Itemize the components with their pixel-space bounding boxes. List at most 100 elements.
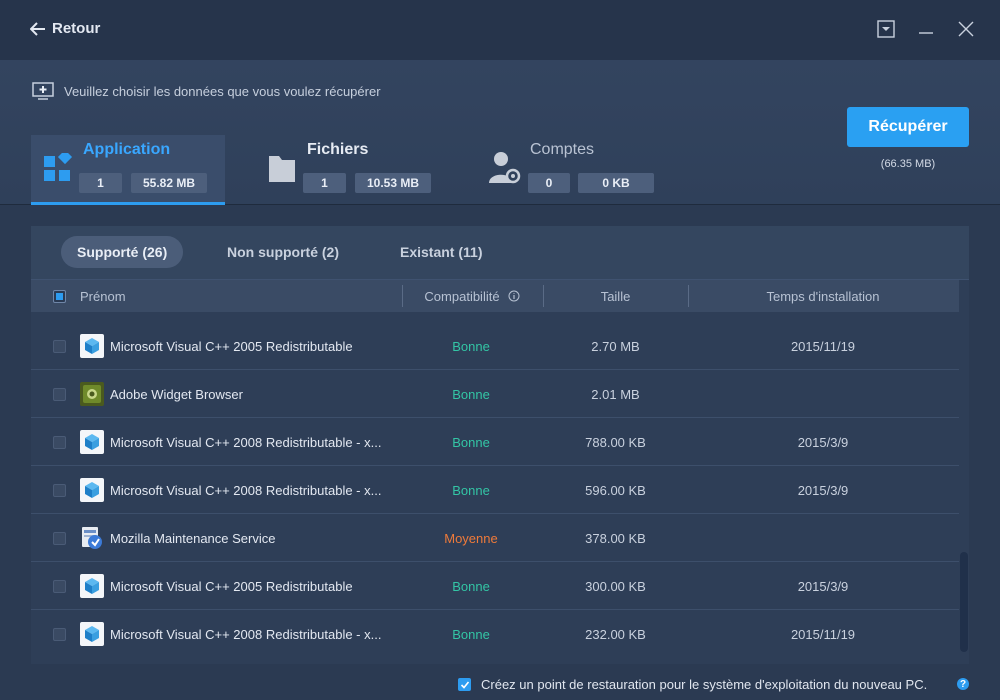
selection-header: Veuillez choisir les données que vous vo… xyxy=(0,60,1000,205)
column-install-time-label: Temps d'installation xyxy=(766,288,880,304)
table-scrollbar[interactable] xyxy=(959,312,969,664)
app-table-body: Microsoft Visual C++ 2005 Redistributabl… xyxy=(31,312,959,664)
tab-files-size: 10.53 MB xyxy=(355,173,431,193)
app-install-date: 2015/11/19 xyxy=(790,338,856,354)
app-size: 378.00 KB xyxy=(585,530,646,546)
tab-files-count: 1 xyxy=(303,173,346,193)
tab-existing[interactable]: Existant (11) xyxy=(384,236,498,268)
row-checkbox[interactable] xyxy=(53,610,66,658)
title-bar: Retour xyxy=(0,0,1000,60)
tab-accounts-label: Comptes xyxy=(530,141,595,158)
app-compatibility: Bonne xyxy=(452,626,490,642)
recover-total-size: (66.35 MB) xyxy=(880,158,936,170)
adobe-widget-icon xyxy=(80,382,104,406)
tab-accounts-size: 0 KB xyxy=(578,173,654,193)
apps-grid-icon xyxy=(44,153,73,181)
app-name: Microsoft Visual C++ 2008 Redistributabl… xyxy=(110,626,382,642)
table-row[interactable]: Microsoft Visual C++ 2008 Redistributabl… xyxy=(31,610,959,658)
table-header: Prénom Compatibilité Taille Temps d'inst… xyxy=(31,280,959,312)
app-size: 596.00 KB xyxy=(585,482,646,498)
app-size: 2.01 MB xyxy=(591,386,640,402)
app-name: Microsoft Visual C++ 2005 Redistributabl… xyxy=(110,578,353,594)
help-icon[interactable]: ? xyxy=(957,678,969,690)
row-checkbox[interactable] xyxy=(53,514,66,562)
column-name[interactable]: Prénom xyxy=(80,280,126,312)
back-label: Retour xyxy=(52,20,101,37)
cube-icon xyxy=(80,622,104,646)
app-size: 232.00 KB xyxy=(585,626,646,642)
dropdown-menu-button[interactable] xyxy=(877,20,895,43)
tab-accounts-count: 0 xyxy=(528,173,570,193)
cube-icon xyxy=(80,478,104,502)
app-compatibility: Bonne xyxy=(452,434,490,450)
filter-tabs: Supporté (26) Non supporté (2) Existant … xyxy=(31,226,969,280)
row-checkbox[interactable] xyxy=(53,466,66,514)
app-size: 2.70 MB xyxy=(591,338,640,354)
recover-button[interactable]: Récupérer xyxy=(847,107,969,147)
app-size: 300.00 KB xyxy=(585,578,646,594)
app-compatibility: Bonne xyxy=(452,338,490,354)
row-checkbox[interactable] xyxy=(53,418,66,466)
app-compatibility: Bonne xyxy=(452,578,490,594)
dropdown-box-icon xyxy=(877,20,895,38)
column-install-time[interactable]: Temps d'installation xyxy=(688,280,958,312)
app-name: Mozilla Maintenance Service xyxy=(110,530,276,546)
tab-application-label: Application xyxy=(83,141,171,158)
tab-application-count: 1 xyxy=(79,173,122,193)
scrollbar-thumb[interactable] xyxy=(960,552,968,652)
app-size: 788.00 KB xyxy=(585,434,646,450)
table-row[interactable]: Microsoft Visual C++ 2008 Redistributabl… xyxy=(31,418,959,466)
table-row[interactable]: Microsoft Visual C++ 2005 Redistributabl… xyxy=(31,562,959,610)
tab-files[interactable]: Fichiers 1 10.53 MB xyxy=(255,135,455,205)
installer-icon xyxy=(82,527,102,549)
app-name: Microsoft Visual C++ 2008 Redistributabl… xyxy=(110,434,382,450)
app-install-date: 2015/3/9 xyxy=(797,482,849,498)
back-button[interactable]: Retour xyxy=(30,20,100,37)
table-row[interactable]: Microsoft Visual C++ 2008 Redistributabl… xyxy=(31,466,959,514)
checkmark-icon xyxy=(460,680,469,689)
cube-icon xyxy=(80,574,104,598)
column-size[interactable]: Taille xyxy=(543,280,688,312)
hint-text: Veuillez choisir les données que vous vo… xyxy=(64,83,381,99)
column-size-label: Taille xyxy=(600,288,631,304)
monitor-add-icon xyxy=(32,82,54,100)
tab-application[interactable]: Application 1 55.82 MB xyxy=(31,135,225,205)
cube-icon xyxy=(80,430,104,454)
user-settings-icon xyxy=(489,152,521,184)
tab-unsupported[interactable]: Non supporté (2) xyxy=(211,236,355,268)
row-checkbox[interactable] xyxy=(53,322,66,370)
column-compatibility[interactable]: Compatibilité xyxy=(402,280,542,312)
folder-icon xyxy=(269,156,295,182)
app-name: Microsoft Visual C++ 2008 Redistributabl… xyxy=(110,482,382,498)
tab-accounts[interactable]: Comptes 0 0 KB xyxy=(480,135,680,205)
footer: Créez un point de restauration pour le s… xyxy=(0,664,1000,700)
tab-supported[interactable]: Supporté (26) xyxy=(61,236,184,268)
column-compatibility-label: Compatibilité xyxy=(424,288,500,304)
instruction-hint: Veuillez choisir les données que vous vo… xyxy=(32,82,381,100)
app-name: Microsoft Visual C++ 2005 Redistributabl… xyxy=(110,338,353,354)
app-install-date xyxy=(688,514,958,562)
app-list-panel: Supporté (26) Non supporté (2) Existant … xyxy=(31,226,969,664)
table-row[interactable]: Adobe Widget Browser Bonne 2.01 MB xyxy=(31,370,959,418)
restore-point-label: Créez un point de restauration pour le s… xyxy=(481,677,928,692)
app-name: Adobe Widget Browser xyxy=(110,386,243,402)
restore-point-checkbox[interactable] xyxy=(458,678,471,691)
app-install-date xyxy=(688,370,958,418)
cube-icon xyxy=(80,334,104,358)
app-install-date: 2015/11/19 xyxy=(790,626,856,642)
minimize-button[interactable] xyxy=(917,20,935,43)
row-checkbox[interactable] xyxy=(53,370,66,418)
table-row[interactable]: Mozilla Maintenance Service Moyenne 378.… xyxy=(31,514,959,562)
close-icon xyxy=(958,21,974,37)
tab-application-size: 55.82 MB xyxy=(131,173,207,193)
minimize-icon xyxy=(919,32,933,34)
close-button[interactable] xyxy=(957,20,975,43)
table-row[interactable]: Microsoft Visual C++ 2005 Redistributabl… xyxy=(31,322,959,370)
app-compatibility: Moyenne xyxy=(444,530,498,546)
select-all-checkbox[interactable] xyxy=(53,280,66,312)
tab-files-label: Fichiers xyxy=(307,141,369,158)
app-install-date: 2015/3/9 xyxy=(797,578,849,594)
info-icon[interactable] xyxy=(508,290,520,302)
app-compatibility: Bonne xyxy=(452,482,490,498)
row-checkbox[interactable] xyxy=(53,562,66,610)
